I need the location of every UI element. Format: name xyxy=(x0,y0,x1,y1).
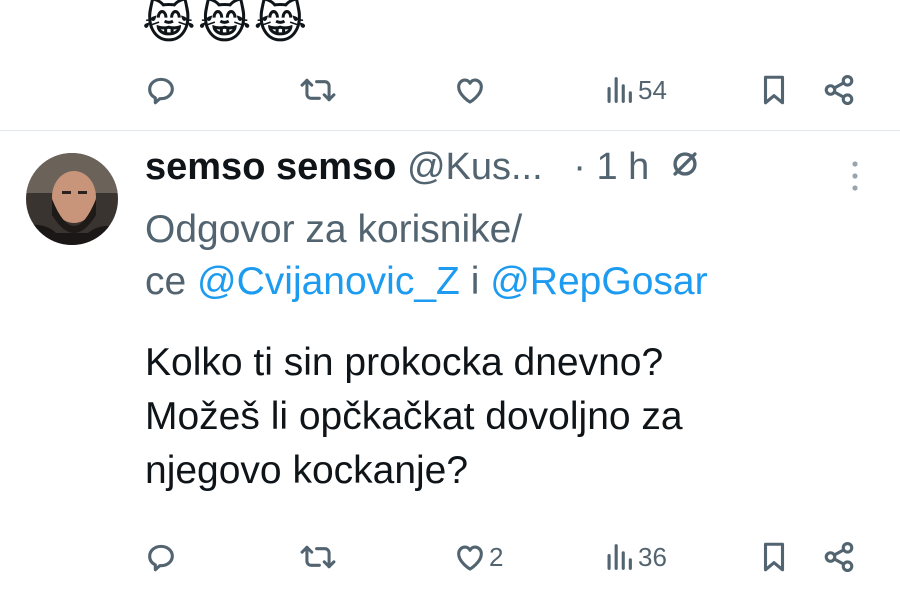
emoji-row: 😹😹😹 xyxy=(142,0,310,48)
reply-mentions: ce @Cvijanovic_Z i @RepGosar xyxy=(145,256,865,308)
reply-button[interactable] xyxy=(144,68,178,112)
reply-prefix: Odgovor za korisnike/ xyxy=(145,208,523,251)
views-count: 36 xyxy=(638,541,667,572)
avatar[interactable] xyxy=(26,153,118,245)
share-icon xyxy=(824,541,854,573)
views-icon xyxy=(607,77,632,103)
bookmark-button[interactable] xyxy=(759,535,789,579)
tweet-text-line: Kolko ti sin prokocka dnevno? xyxy=(145,341,664,384)
share-button[interactable] xyxy=(822,535,856,579)
user-handle[interactable]: @Kus... xyxy=(407,146,543,188)
reply-context: Odgovor za korisnike/ ce @Cvijanovic_Z i… xyxy=(145,204,865,308)
mention-joiner: i xyxy=(459,260,491,303)
reply-icon xyxy=(148,544,174,572)
like-button[interactable] xyxy=(453,68,487,112)
tweet-header: semso semso @Kus... · 1 h xyxy=(145,146,885,196)
share-button[interactable] xyxy=(822,68,856,112)
tweet-divider xyxy=(0,130,900,131)
views-button[interactable]: 36 xyxy=(604,535,667,579)
reply-icon xyxy=(148,77,174,105)
previous-tweet: 😹😹😹 54 xyxy=(0,0,900,130)
tweet-time[interactable]: 1 h xyxy=(596,146,649,188)
like-button[interactable]: 2 xyxy=(453,535,503,579)
bookmark-icon xyxy=(763,542,785,572)
tweet-text: Kolko ti sin prokocka dnevno? Možeš li o… xyxy=(145,336,865,498)
display-name[interactable]: semso semso xyxy=(145,146,396,188)
views-button[interactable]: 54 xyxy=(604,68,667,112)
more-icon xyxy=(852,161,858,191)
retweet-icon xyxy=(300,545,336,569)
mention-link[interactable]: @RepGosar xyxy=(490,260,707,303)
mute-icon xyxy=(668,147,702,191)
like-icon xyxy=(457,545,483,571)
retweet-button[interactable] xyxy=(300,535,336,579)
tweet-text-line: Možeš li opčkačkat dovoljno za xyxy=(145,395,683,438)
mention-link[interactable]: @Cvijanovic_Z xyxy=(197,260,460,303)
like-count: 2 xyxy=(489,541,504,572)
action-bar: 54 xyxy=(0,68,900,112)
more-options-button[interactable] xyxy=(845,158,865,194)
tweet-text-line: njegovo kockanje? xyxy=(145,449,469,492)
share-icon xyxy=(824,74,854,106)
retweet-icon xyxy=(300,78,336,102)
bookmark-button[interactable] xyxy=(759,68,789,112)
views-count: 54 xyxy=(638,74,667,105)
avatar-image xyxy=(26,153,118,245)
bookmark-icon xyxy=(763,75,785,105)
views-icon xyxy=(607,544,632,570)
reply-button[interactable] xyxy=(144,535,178,579)
reply-prefix-cont: ce xyxy=(145,260,198,303)
time-separator: · xyxy=(573,146,586,188)
like-icon xyxy=(457,78,483,104)
action-bar: 2 36 xyxy=(0,535,900,579)
retweet-button[interactable] xyxy=(300,68,336,112)
